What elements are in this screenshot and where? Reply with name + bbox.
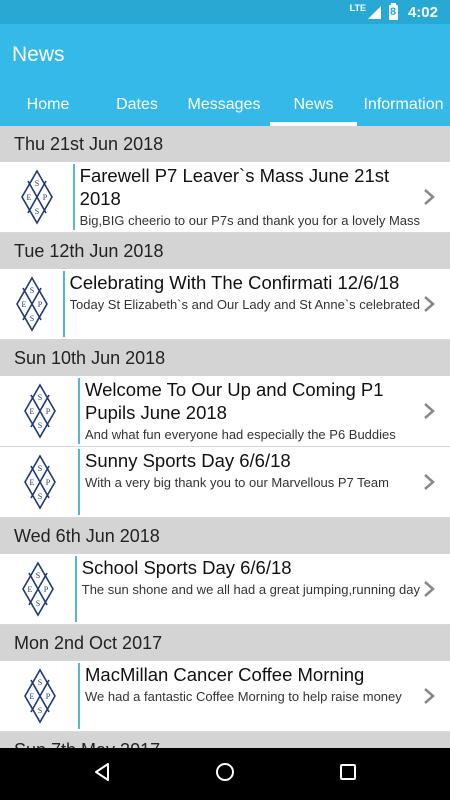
section-date-header: Sun 7th May 2017 — [0, 732, 450, 748]
news-item-description: Big,BIG cheerio to our P7s and thank you… — [79, 213, 420, 228]
news-item[interactable]: S E P S MacMillan Cancer Coffee Morning We ha… — [0, 661, 450, 732]
svg-text:S: S — [38, 464, 42, 473]
svg-text:S: S — [38, 706, 42, 715]
svg-text:P: P — [46, 478, 51, 487]
news-item-title: Farewell P7 Leaver`s Mass June 21st 2018 — [79, 165, 390, 209]
tab-news[interactable]: News — [270, 84, 357, 126]
section-date-header: Thu 21st Jun 2018 — [0, 126, 450, 162]
news-item[interactable]: S E P S Celebrating With The Confirmati 12/6… — [0, 269, 450, 340]
news-item[interactable]: S E P S School Sports Day 6/6/18 The sun shon… — [0, 554, 450, 625]
chevron-right-icon — [422, 294, 436, 319]
svg-text:S: S — [35, 179, 39, 188]
news-item-text: MacMillan Cancer Coffee Morning We had a … — [80, 661, 450, 731]
school-logo-icon: SE PS — [0, 554, 77, 624]
school-logo-icon: SE PS — [0, 162, 75, 232]
news-item-text: School Sports Day 6/6/18 The sun shone an… — [77, 554, 450, 624]
news-item-title: Sunny Sports Day 6/6/18 — [85, 450, 291, 471]
svg-text:P: P — [46, 407, 51, 416]
battery-level: 8 — [389, 5, 397, 18]
svg-text:S: S — [35, 207, 39, 216]
svg-text:P: P — [44, 585, 49, 594]
svg-text:E: E — [30, 692, 35, 701]
news-item-description: We had a fantastic Coffee Morning to hel… — [85, 689, 402, 704]
tab-information[interactable]: Information — [357, 84, 450, 126]
svg-text:S: S — [36, 599, 40, 608]
svg-text:S: S — [38, 678, 42, 687]
signal-icon — [367, 5, 381, 19]
back-icon[interactable] — [91, 761, 113, 788]
section-date-header: Mon 2nd Oct 2017 — [0, 625, 450, 661]
news-item-text: Sunny Sports Day 6/6/18 With a very big t… — [80, 447, 450, 517]
svg-text:P: P — [43, 193, 48, 202]
school-logo-icon: SE PS — [0, 661, 80, 731]
news-item-title: School Sports Day 6/6/18 — [81, 557, 292, 578]
chevron-right-icon — [422, 187, 436, 212]
svg-text:S: S — [38, 492, 42, 501]
tab-home[interactable]: Home — [0, 84, 96, 126]
svg-text:S: S — [38, 393, 42, 402]
news-item-description: The sun shone and we all had a great jum… — [81, 582, 420, 597]
news-item-title: Welcome To Our Up and Coming P1 Pupils J… — [85, 379, 384, 423]
section-date-header: Wed 6th Jun 2018 — [0, 518, 450, 554]
chevron-right-icon — [422, 686, 436, 711]
tab-bar: Home Dates Messages News Information — [0, 84, 450, 126]
news-item-description: Today St Elizabeth`s and Our Lady and St… — [69, 297, 421, 312]
svg-text:E: E — [27, 193, 32, 202]
svg-text:S: S — [38, 421, 42, 430]
svg-text:E: E — [30, 407, 35, 416]
svg-text:S: S — [30, 286, 34, 295]
news-item[interactable]: S E P S Welcome To Our Up and Coming P1 Pupi… — [0, 376, 450, 447]
svg-text:E: E — [22, 300, 27, 309]
app-bar: News Home Dates Messages News Informatio… — [0, 24, 450, 126]
news-item-text: Farewell P7 Leaver`s Mass June 21st 2018… — [75, 162, 450, 232]
section-date-header: Sun 10th Jun 2018 — [0, 340, 450, 376]
svg-text:S: S — [36, 571, 40, 580]
news-list[interactable]: Thu 21st Jun 2018 S E P S Farewell P7 Leaver`… — [0, 126, 450, 748]
svg-text:P: P — [46, 692, 51, 701]
school-logo-icon: SE PS — [0, 376, 80, 446]
news-item-text: Celebrating With The Confirmati 12/6/18 T… — [65, 269, 450, 339]
news-item-text: Welcome To Our Up and Coming P1 Pupils J… — [80, 376, 450, 446]
news-item-description: And what fun everyone had especially the… — [85, 427, 396, 442]
svg-text:E: E — [30, 478, 35, 487]
recents-icon[interactable] — [337, 761, 359, 788]
navigation-bar — [0, 748, 450, 800]
news-item-title: Celebrating With The Confirmati 12/6/18 — [69, 272, 400, 293]
chevron-right-icon — [422, 472, 436, 497]
news-item-title: MacMillan Cancer Coffee Morning — [85, 664, 365, 685]
svg-text:E: E — [28, 585, 33, 594]
news-item-description: With a very big thank you to our Marvell… — [85, 475, 389, 490]
clock: 4:02 — [407, 3, 438, 21]
status-bar: LTE 8 4:02 — [0, 0, 450, 24]
news-item[interactable]: S E P S Farewell P7 Leaver`s Mass June 21st … — [0, 162, 450, 233]
chevron-right-icon — [422, 579, 436, 604]
chevron-right-icon — [422, 401, 436, 426]
svg-text:P: P — [38, 300, 43, 309]
school-logo-icon: SE PS — [0, 447, 80, 517]
home-icon[interactable] — [214, 761, 236, 788]
battery-icon: 8 — [388, 2, 398, 20]
app-title: News — [12, 43, 65, 66]
svg-text:S: S — [30, 314, 34, 323]
tab-dates[interactable]: Dates — [96, 84, 178, 126]
section-date-header: Tue 12th Jun 2018 — [0, 233, 450, 269]
tab-messages[interactable]: Messages — [178, 84, 270, 126]
school-logo-icon: SE PS — [0, 269, 65, 339]
news-item[interactable]: S E P S Sunny Sports Day 6/6/18 With a very b… — [0, 447, 450, 518]
network-type-label: LTE — [349, 3, 366, 13]
